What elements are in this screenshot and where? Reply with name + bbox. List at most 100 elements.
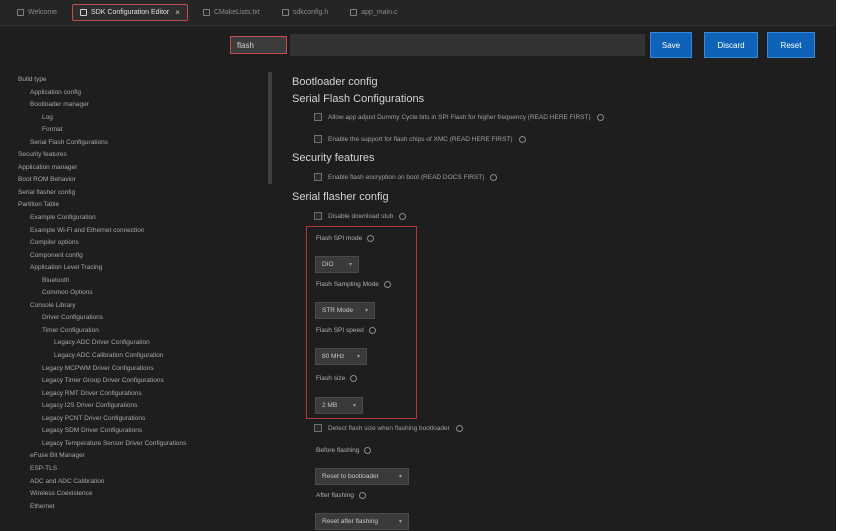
chevron-down-icon: ▾ <box>352 403 356 409</box>
tree-item[interactable]: Serial Flash Configurations <box>0 137 268 150</box>
tree-item[interactable]: Compiler options <box>0 237 268 250</box>
info-icon[interactable] <box>364 446 372 454</box>
section-title-security: Security features <box>292 152 375 164</box>
option-label: Enable the support for flash chips of XM… <box>328 135 513 143</box>
flash-spi-speed-select[interactable]: 80 MHz ▾ <box>315 348 367 365</box>
editor-toolbar: Save Discard Reset <box>0 26 836 64</box>
search-strip <box>290 34 645 56</box>
file-icon <box>350 9 358 16</box>
tree-item[interactable]: Example Configuration <box>0 212 268 225</box>
option-label: Allow app adjust Dummy Cycle bits in SPI… <box>328 113 591 121</box>
content-scrollbar[interactable] <box>830 64 836 531</box>
tree-item[interactable]: Timer Configuration <box>0 325 268 338</box>
search-input[interactable] <box>230 36 287 54</box>
info-icon[interactable] <box>596 113 604 121</box>
tree-item[interactable]: Build type <box>0 74 268 87</box>
tree-item[interactable]: ADC and ADC Calibration <box>0 476 268 489</box>
tree-item[interactable]: Legacy ADC Calibration Configuration <box>0 350 268 363</box>
tree-item[interactable]: eFuse Bit Manager <box>0 450 268 463</box>
tree-item[interactable]: Ethernet <box>0 501 268 514</box>
chevron-down-icon: ▾ <box>398 474 402 480</box>
tree-scrollbar-thumb[interactable] <box>268 72 272 184</box>
section-title-bootloader: Bootloader config <box>292 76 378 88</box>
tree-item[interactable]: Console Library <box>0 300 268 313</box>
info-icon[interactable] <box>383 280 391 288</box>
tree-item[interactable]: Common Options <box>0 287 268 300</box>
tree-item[interactable]: ESP-TLS <box>0 463 268 476</box>
tree-item[interactable]: Legacy MCPWM Driver Configurations <box>0 363 268 376</box>
tree-item[interactable]: Application config <box>0 87 268 100</box>
tree-item[interactable]: Bluetooth <box>0 275 268 288</box>
checkbox[interactable] <box>314 212 322 220</box>
tab-app-main[interactable]: app_main.c <box>343 4 404 21</box>
info-icon[interactable] <box>455 424 463 432</box>
checkbox[interactable] <box>314 135 322 143</box>
tree-item[interactable]: Legacy ADC Driver Configuration <box>0 337 268 350</box>
tree-item[interactable]: Legacy RMT Driver Configurations <box>0 388 268 401</box>
option-label: Disable download stub <box>328 212 394 220</box>
option-label: Enable flash encryption on boot (READ DO… <box>328 173 485 181</box>
tree-item[interactable]: Serial flasher config <box>0 187 268 200</box>
flash-sampling-mode-label: Flash Sampling Mode <box>316 278 391 290</box>
checkbox[interactable] <box>314 424 322 432</box>
option-xmc-support: Enable the support for flash chips of XM… <box>314 133 526 145</box>
chevron-down-icon: ▾ <box>364 308 368 314</box>
tree-item[interactable]: Boot ROM Behavior <box>0 174 268 187</box>
checkbox[interactable] <box>314 113 322 121</box>
tree-item[interactable]: Application Level Tracing <box>0 262 268 275</box>
tab-sdk-configuration-editor[interactable]: SDK Configuration Editor × <box>72 4 188 21</box>
tree-item[interactable]: Partition Table <box>0 199 268 212</box>
label-text: Flash SPI mode <box>316 234 363 242</box>
info-icon[interactable] <box>350 374 358 382</box>
tree-item[interactable]: Legacy PCNT Driver Configurations <box>0 413 268 426</box>
file-icon <box>281 9 289 16</box>
label-text: Flash SPI speed <box>316 326 364 334</box>
tab-cmakelists[interactable]: CMakeLists.txt <box>196 4 267 21</box>
option-flash-encryption: Enable flash encryption on boot (READ DO… <box>314 171 498 183</box>
label-text: After flashing <box>316 491 354 499</box>
close-icon[interactable]: × <box>175 8 180 17</box>
info-icon[interactable] <box>518 135 526 143</box>
flash-sampling-mode-select[interactable]: STR Mode ▾ <box>315 302 375 319</box>
info-icon[interactable] <box>367 234 375 242</box>
save-button[interactable]: Save <box>650 32 692 58</box>
tree-item[interactable]: Wireless Coexistence <box>0 488 268 501</box>
tab-welcome[interactable]: Welcome <box>10 4 64 21</box>
option-label: Detect flash size when flashing bootload… <box>328 424 450 432</box>
tree-item[interactable]: Legacy Timer Group Driver Configurations <box>0 375 268 388</box>
section-title-serial-flash: Serial Flash Configurations <box>292 93 425 105</box>
info-icon[interactable] <box>490 173 498 181</box>
label-text: Before flashing <box>316 446 360 454</box>
tree-item[interactable]: Legacy Temperature Sensor Driver Configu… <box>0 438 268 451</box>
before-flashing-select[interactable]: Reset to bootloader ▾ <box>315 468 409 485</box>
checkbox[interactable] <box>314 173 322 181</box>
tree-item[interactable]: Application manager <box>0 162 268 175</box>
option-dummy-cycle: Allow app adjust Dummy Cycle bits in SPI… <box>314 111 604 123</box>
tree-item[interactable]: Bootloader manager <box>0 99 268 112</box>
tree-item[interactable]: Component config <box>0 250 268 263</box>
tree-item[interactable]: Example Wi-Fi and Ethernet connection <box>0 225 268 238</box>
flash-spi-mode-label: Flash SPI mode <box>316 232 375 244</box>
option-detect-flash-size: Detect flash size when flashing bootload… <box>314 422 463 434</box>
label-text: Flash size <box>316 374 346 382</box>
flash-size-select[interactable]: 2 MB ▾ <box>315 397 363 414</box>
info-icon[interactable] <box>399 212 407 220</box>
tree-item[interactable]: Legacy I2S Driver Configurations <box>0 400 268 413</box>
tree-item[interactable]: Log <box>0 112 268 125</box>
select-value: 80 MHz <box>322 353 345 360</box>
tab-sdkconfig-h[interactable]: sdkconfig.h <box>275 4 335 21</box>
tree-item[interactable]: Legacy SDM Driver Configurations <box>0 425 268 438</box>
after-flashing-select[interactable]: Reset after flashing ▾ <box>315 513 409 530</box>
reset-button[interactable]: Reset <box>767 32 815 58</box>
discard-button[interactable]: Discard <box>704 32 758 58</box>
file-icon <box>202 9 210 16</box>
select-value: Reset after flashing <box>322 518 379 525</box>
info-icon[interactable] <box>358 491 366 499</box>
flash-spi-mode-select[interactable]: DIO ▾ <box>315 256 359 273</box>
flash-settings-highlight <box>306 226 417 419</box>
tree-item[interactable]: Security features <box>0 149 268 162</box>
sdk-config-window: Welcome SDK Configuration Editor × CMake… <box>0 0 836 531</box>
tree-item[interactable]: Driver Configurations <box>0 312 268 325</box>
info-icon[interactable] <box>368 326 376 334</box>
tree-item[interactable]: Format <box>0 124 268 137</box>
